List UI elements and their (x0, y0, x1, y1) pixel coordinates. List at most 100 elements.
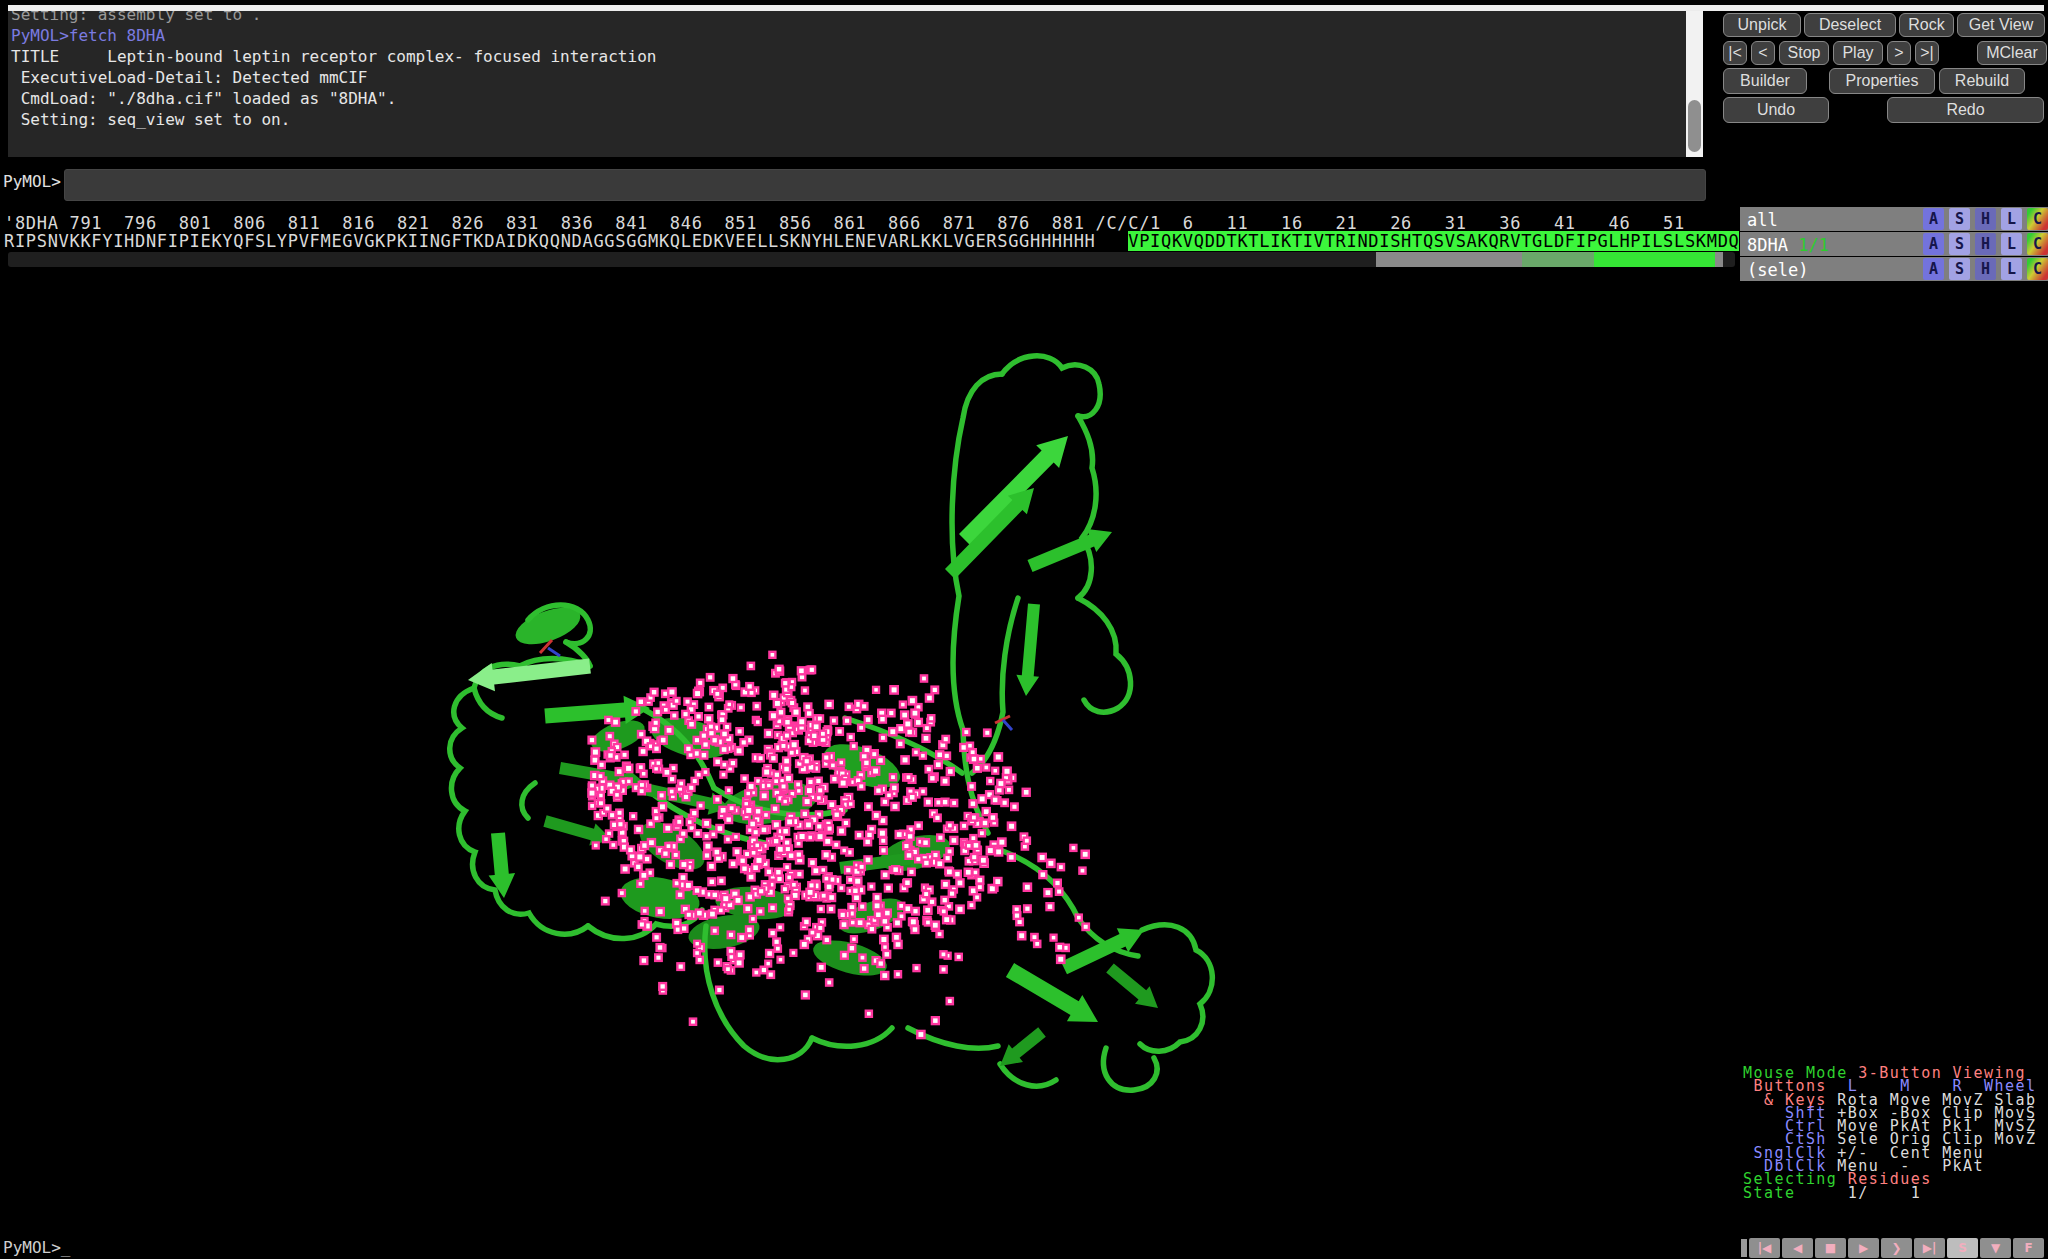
water-dot (823, 851, 830, 858)
top-scrollbar-strip[interactable] (8, 5, 2044, 11)
water-dot (817, 715, 823, 721)
vcr-button-0[interactable]: |◀ (1749, 1238, 1780, 1258)
object-action-H[interactable]: H (1975, 233, 1996, 255)
sequence-selected[interactable]: VPIQKVQDDTKTLIKTIVTRINDISHTQSVSAKQRVTGLD… (1128, 231, 1739, 251)
water-dot (622, 865, 629, 872)
water-dot (694, 941, 700, 947)
vcr-button-3[interactable]: ▶ (1848, 1238, 1879, 1258)
toolbar-button--[interactable]: < (1751, 41, 1775, 65)
water-dot (725, 966, 731, 972)
water-dot (639, 788, 645, 794)
water-dot (895, 971, 901, 977)
vcr-button-8[interactable]: F (2013, 1238, 2044, 1258)
object-action-C[interactable]: C (2027, 233, 2048, 255)
vcr-button-5[interactable]: ▶| (1914, 1238, 1945, 1258)
object-action-H[interactable]: H (1975, 208, 1996, 230)
water-dot (946, 848, 952, 854)
console-scrollbar-thumb[interactable] (1688, 100, 1701, 152)
vcr-button-2[interactable]: ■ (1815, 1238, 1846, 1258)
sequence-scrollbar-thumb[interactable] (1376, 252, 1522, 267)
water-dot (633, 708, 640, 715)
water-dot (758, 755, 764, 761)
water-dot (733, 834, 739, 840)
water-dot (768, 971, 775, 978)
water-dot (826, 883, 833, 890)
object-row-all[interactable]: allASHLC (1740, 207, 2048, 231)
vcr-button-6[interactable]: S (1947, 1238, 1978, 1258)
vcr-button-4[interactable]: ❯ (1881, 1238, 1912, 1258)
toolbar-button--[interactable]: > (1887, 41, 1911, 65)
object-action-A[interactable]: A (1923, 233, 1944, 255)
toolbar-button-redo[interactable]: Redo (1887, 97, 2044, 123)
water-dot (671, 712, 677, 718)
sequence-scrollbar[interactable] (8, 252, 1735, 267)
water-dot (1047, 860, 1054, 867)
object-action-S[interactable]: S (1949, 208, 1970, 230)
toolbar-button-deselect[interactable]: Deselect (1804, 13, 1896, 37)
toolbar-button-play[interactable]: Play (1833, 41, 1883, 65)
sequence-plain[interactable]: RIPSNVKKFYIHDNFIPIEKYQFSLYPVFMEGVGKPKIIN… (4, 231, 1128, 251)
water-dot (856, 832, 863, 839)
toolbar-button-builder[interactable]: Builder (1723, 68, 1807, 94)
toolbar-button-stop[interactable]: Stop (1779, 41, 1829, 65)
water-dot (694, 887, 701, 894)
object-action-L[interactable]: L (2001, 208, 2022, 230)
toolbar-button-rock[interactable]: Rock (1899, 13, 1954, 37)
water-dot (681, 925, 688, 932)
console-scrollbar[interactable] (1686, 9, 1703, 157)
water-dot (888, 710, 895, 717)
water-dot (833, 842, 839, 848)
sequence-scrollbar-thumb[interactable] (1594, 252, 1715, 267)
object-action-L[interactable]: L (2001, 233, 2022, 255)
command-input[interactable] (64, 169, 1706, 201)
water-dot (753, 970, 759, 976)
water-dot (889, 728, 896, 735)
water-dot (932, 922, 939, 929)
water-dot (692, 778, 698, 784)
water-dot (612, 719, 619, 726)
toolbar-button-get-view[interactable]: Get View (1957, 13, 2045, 37)
toolbar-button-undo[interactable]: Undo (1723, 97, 1829, 123)
object-action-S[interactable]: S (1949, 258, 1970, 280)
object-action-C[interactable]: C (2027, 208, 2048, 230)
object-action-A[interactable]: A (1923, 258, 1944, 280)
toolbar-button-mclear[interactable]: MClear (1977, 41, 2047, 65)
object-action-S[interactable]: S (1949, 233, 1970, 255)
water-dot (804, 758, 811, 765)
object-action-L[interactable]: L (2001, 258, 2022, 280)
ribbon-strand (1061, 928, 1144, 974)
toolbar-button-unpick[interactable]: Unpick (1723, 13, 1801, 37)
object-row-8DHA[interactable]: 8DHA 1/1ASHLC (1740, 232, 2048, 256)
object-action-C[interactable]: C (2027, 258, 2048, 280)
water-dot (708, 724, 714, 730)
water-dot (929, 775, 936, 782)
water-dot (828, 894, 835, 901)
water-dot (974, 894, 980, 900)
water-dot (879, 716, 886, 723)
water-dot (784, 719, 791, 726)
sequence-scrollbar-thumb[interactable] (1715, 252, 1723, 267)
console-line: Setting: seq_view set to on. (11, 110, 290, 129)
water-dot (663, 769, 670, 776)
water-dot (1003, 768, 1010, 775)
object-action-A[interactable]: A (1923, 208, 1944, 230)
toolbar-button--[interactable]: |< (1723, 41, 1747, 65)
sequence-view[interactable]: RIPSNVKKFYIHDNFIPIEKYQFSLYPVFMEGVGKPKIIN… (4, 232, 1739, 251)
toolbar-button-properties[interactable]: Properties (1829, 68, 1935, 94)
water-dot (820, 867, 826, 873)
water-dot (640, 748, 647, 755)
sequence-scrollbar-thumb[interactable] (1522, 252, 1594, 267)
vcr-button-7[interactable]: ▼ (1980, 1238, 2011, 1258)
toolbar-button-rebuild[interactable]: Rebuild (1939, 68, 2025, 94)
viewport-3d[interactable] (0, 268, 1740, 1237)
toolbar-button--[interactable]: >| (1915, 41, 1939, 65)
water-dot (815, 778, 822, 785)
water-dot (709, 911, 716, 918)
object-row-sele[interactable]: (sele)ASHLC (1740, 257, 2048, 281)
water-dot (826, 825, 832, 831)
water-dot (721, 772, 727, 778)
water-dot (782, 680, 789, 687)
object-action-H[interactable]: H (1975, 258, 1996, 280)
vcr-button-1[interactable]: ◀ (1782, 1238, 1813, 1258)
water-dot (680, 861, 687, 868)
